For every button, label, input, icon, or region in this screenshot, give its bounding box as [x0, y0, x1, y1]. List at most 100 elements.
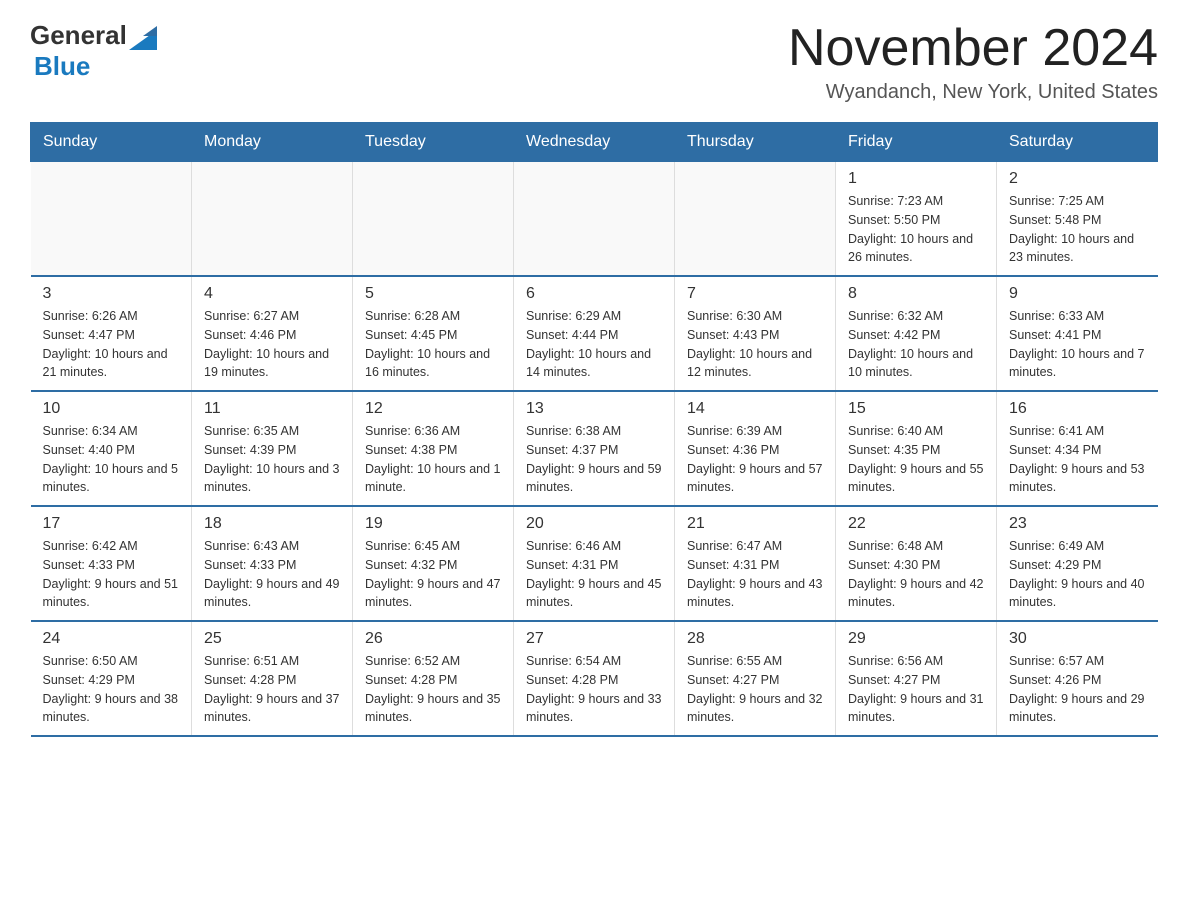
calendar-title: November 2024 — [788, 20, 1158, 77]
calendar-cell: 30 Sunrise: 6:57 AMSunset: 4:26 PMDayligh… — [997, 621, 1158, 736]
day-info: Sunrise: 6:30 AMSunset: 4:43 PMDaylight:… — [687, 307, 823, 382]
col-sunday: Sunday — [31, 123, 192, 162]
day-info: Sunrise: 6:41 AMSunset: 4:34 PMDaylight:… — [1009, 422, 1146, 497]
day-info: Sunrise: 6:49 AMSunset: 4:29 PMDaylight:… — [1009, 537, 1146, 612]
day-info: Sunrise: 6:29 AMSunset: 4:44 PMDaylight:… — [526, 307, 662, 382]
calendar-cell — [192, 162, 353, 277]
col-friday: Friday — [836, 123, 997, 162]
day-number: 2 — [1009, 170, 1146, 188]
day-number: 14 — [687, 400, 823, 418]
col-tuesday: Tuesday — [353, 123, 514, 162]
day-number: 20 — [526, 515, 662, 533]
day-number: 22 — [848, 515, 984, 533]
calendar-cell: 27 Sunrise: 6:54 AMSunset: 4:28 PMDayligh… — [514, 621, 675, 736]
day-info: Sunrise: 6:33 AMSunset: 4:41 PMDaylight:… — [1009, 307, 1146, 382]
title-section: November 2024 Wyandanch, New York, Unite… — [788, 20, 1158, 104]
calendar-cell: 5Sunrise: 6:28 AMSunset: 4:45 PMDaylight… — [353, 276, 514, 391]
calendar-cell: 17Sunrise: 6:42 AMSunset: 4:33 PMDayligh… — [31, 506, 192, 621]
calendar-cell: 21Sunrise: 6:47 AMSunset: 4:31 PMDayligh… — [675, 506, 836, 621]
day-info: Sunrise: 6:34 AMSunset: 4:40 PMDaylight:… — [43, 422, 180, 497]
day-info: Sunrise: 6:32 AMSunset: 4:42 PMDaylight:… — [848, 307, 984, 382]
day-info: Sunrise: 6:56 AMSunset: 4:27 PMDaylight:… — [848, 652, 984, 727]
calendar-cell: 29 Sunrise: 6:56 AMSunset: 4:27 PMDayligh… — [836, 621, 997, 736]
calendar-cell: 8 Sunrise: 6:32 AMSunset: 4:42 PMDaylight… — [836, 276, 997, 391]
day-number: 27 — [526, 630, 662, 648]
calendar-cell: 12Sunrise: 6:36 AMSunset: 4:38 PMDayligh… — [353, 391, 514, 506]
day-info: Sunrise: 6:35 AMSunset: 4:39 PMDaylight:… — [204, 422, 340, 497]
calendar-cell — [675, 162, 836, 277]
day-number: 15 — [848, 400, 984, 418]
day-info: Sunrise: 6:26 AMSunset: 4:47 PMDaylight:… — [43, 307, 180, 382]
calendar-cell: 13 Sunrise: 6:38 AMSunset: 4:37 PMDayligh… — [514, 391, 675, 506]
calendar-cell: 19Sunrise: 6:45 AMSunset: 4:32 PMDayligh… — [353, 506, 514, 621]
day-info: Sunrise: 6:52 AMSunset: 4:28 PMDaylight:… — [365, 652, 501, 727]
day-number: 11 — [204, 400, 340, 418]
day-number: 29 — [848, 630, 984, 648]
calendar-table: Sunday Monday Tuesday Wednesday Thursday… — [30, 122, 1158, 737]
day-info: Sunrise: 6:47 AMSunset: 4:31 PMDaylight:… — [687, 537, 823, 612]
header: General Blue November 2024 Wyandanch, Ne… — [30, 20, 1158, 104]
calendar-cell — [353, 162, 514, 277]
calendar-body: 1Sunrise: 7:23 AMSunset: 5:50 PMDaylight… — [31, 162, 1158, 737]
calendar-week-4: 17Sunrise: 6:42 AMSunset: 4:33 PMDayligh… — [31, 506, 1158, 621]
day-info: Sunrise: 6:54 AMSunset: 4:28 PMDaylight:… — [526, 652, 662, 727]
day-info: Sunrise: 6:36 AMSunset: 4:38 PMDaylight:… — [365, 422, 501, 497]
day-number: 16 — [1009, 400, 1146, 418]
calendar-cell: 14 Sunrise: 6:39 AMSunset: 4:36 PMDayligh… — [675, 391, 836, 506]
calendar-cell: 24Sunrise: 6:50 AMSunset: 4:29 PMDayligh… — [31, 621, 192, 736]
day-info: Sunrise: 6:45 AMSunset: 4:32 PMDaylight:… — [365, 537, 501, 612]
day-info: Sunrise: 6:43 AMSunset: 4:33 PMDaylight:… — [204, 537, 340, 612]
day-number: 18 — [204, 515, 340, 533]
calendar-cell: 10Sunrise: 6:34 AMSunset: 4:40 PMDayligh… — [31, 391, 192, 506]
logo-icon — [129, 22, 157, 50]
calendar-cell — [514, 162, 675, 277]
day-number: 8 — [848, 285, 984, 303]
day-info: Sunrise: 6:51 AMSunset: 4:28 PMDaylight:… — [204, 652, 340, 727]
day-number: 7 — [687, 285, 823, 303]
day-info: Sunrise: 6:28 AMSunset: 4:45 PMDaylight:… — [365, 307, 501, 382]
col-wednesday: Wednesday — [514, 123, 675, 162]
logo-blue-text: Blue — [34, 51, 90, 81]
day-info: Sunrise: 6:39 AMSunset: 4:36 PMDaylight:… — [687, 422, 823, 497]
calendar-cell: 25Sunrise: 6:51 AMSunset: 4:28 PMDayligh… — [192, 621, 353, 736]
calendar-header: Sunday Monday Tuesday Wednesday Thursday… — [31, 123, 1158, 162]
calendar-cell: 7 Sunrise: 6:30 AMSunset: 4:43 PMDaylight… — [675, 276, 836, 391]
calendar-cell: 2 Sunrise: 7:25 AMSunset: 5:48 PMDaylight… — [997, 162, 1158, 277]
day-number: 13 — [526, 400, 662, 418]
header-row: Sunday Monday Tuesday Wednesday Thursday… — [31, 123, 1158, 162]
day-info: Sunrise: 6:48 AMSunset: 4:30 PMDaylight:… — [848, 537, 984, 612]
day-info: Sunrise: 6:38 AMSunset: 4:37 PMDaylight:… — [526, 422, 662, 497]
day-number: 3 — [43, 285, 180, 303]
calendar-week-5: 24Sunrise: 6:50 AMSunset: 4:29 PMDayligh… — [31, 621, 1158, 736]
calendar-week-3: 10Sunrise: 6:34 AMSunset: 4:40 PMDayligh… — [31, 391, 1158, 506]
calendar-cell: 9 Sunrise: 6:33 AMSunset: 4:41 PMDaylight… — [997, 276, 1158, 391]
day-info: Sunrise: 7:25 AMSunset: 5:48 PMDaylight:… — [1009, 192, 1146, 267]
day-number: 6 — [526, 285, 662, 303]
calendar-cell: 15 Sunrise: 6:40 AMSunset: 4:35 PMDayligh… — [836, 391, 997, 506]
calendar-cell: 16 Sunrise: 6:41 AMSunset: 4:34 PMDayligh… — [997, 391, 1158, 506]
day-number: 28 — [687, 630, 823, 648]
logo-general-text: General — [30, 20, 127, 51]
calendar-cell: 3 Sunrise: 6:26 AMSunset: 4:47 PMDaylight… — [31, 276, 192, 391]
calendar-cell: 6 Sunrise: 6:29 AMSunset: 4:44 PMDaylight… — [514, 276, 675, 391]
day-number: 9 — [1009, 285, 1146, 303]
calendar-week-2: 3 Sunrise: 6:26 AMSunset: 4:47 PMDaylight… — [31, 276, 1158, 391]
calendar-subtitle: Wyandanch, New York, United States — [788, 81, 1158, 104]
calendar-cell: 20Sunrise: 6:46 AMSunset: 4:31 PMDayligh… — [514, 506, 675, 621]
calendar-cell: 26 Sunrise: 6:52 AMSunset: 4:28 PMDayligh… — [353, 621, 514, 736]
day-info: Sunrise: 6:40 AMSunset: 4:35 PMDaylight:… — [848, 422, 984, 497]
col-monday: Monday — [192, 123, 353, 162]
day-info: Sunrise: 6:57 AMSunset: 4:26 PMDaylight:… — [1009, 652, 1146, 727]
day-info: Sunrise: 6:50 AMSunset: 4:29 PMDaylight:… — [43, 652, 180, 727]
page: General Blue November 2024 Wyandanch, Ne… — [0, 0, 1188, 757]
day-info: Sunrise: 7:23 AMSunset: 5:50 PMDaylight:… — [848, 192, 984, 267]
day-info: Sunrise: 6:42 AMSunset: 4:33 PMDaylight:… — [43, 537, 180, 612]
day-number: 26 — [365, 630, 501, 648]
day-info: Sunrise: 6:27 AMSunset: 4:46 PMDaylight:… — [204, 307, 340, 382]
calendar-cell: 18 Sunrise: 6:43 AMSunset: 4:33 PMDayligh… — [192, 506, 353, 621]
calendar-cell: 22 Sunrise: 6:48 AMSunset: 4:30 PMDayligh… — [836, 506, 997, 621]
logo: General Blue — [30, 20, 159, 82]
day-info: Sunrise: 6:55 AMSunset: 4:27 PMDaylight:… — [687, 652, 823, 727]
calendar-cell — [31, 162, 192, 277]
day-number: 30 — [1009, 630, 1146, 648]
